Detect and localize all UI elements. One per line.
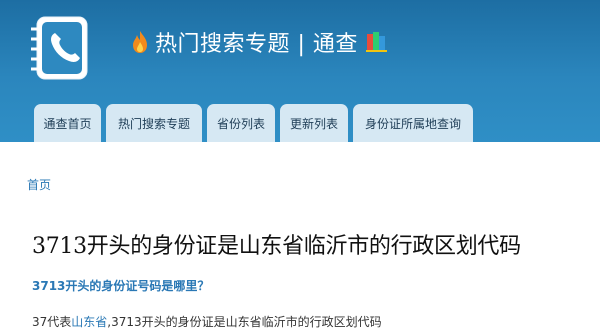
main-nav: 通查首页 热门搜索专题 省份列表 更新列表 身份证所属地查询 <box>34 104 473 142</box>
nav-tab-id-lookup[interactable]: 身份证所属地查询 <box>353 104 473 142</box>
body-suffix: ,3713开头的身份证是山东省临沂市的行政区划代码 <box>107 315 382 329</box>
nav-tab-home[interactable]: 通查首页 <box>34 104 101 142</box>
article-body: 37代表山东省,3713开头的身份证是山东省临沂市的行政区划代码 <box>32 313 382 330</box>
nav-tab-hot-topics[interactable]: 热门搜索专题 <box>106 104 202 142</box>
page-title: 3713开头的身份证是山东省临沂市的行政区划代码 <box>32 234 521 259</box>
site-title: 热门搜索专题 | 通查 <box>131 26 388 58</box>
flame-icon <box>133 31 147 53</box>
phone-book-icon[interactable] <box>27 15 92 83</box>
body-prefix: 37代表 <box>32 315 72 329</box>
breadcrumb-home-link[interactable]: 首页 <box>27 176 51 193</box>
question-heading: 3713开头的身份证号码是哪里？ <box>32 279 210 293</box>
site-title-text: 热门搜索专题 | 通查 <box>155 32 358 57</box>
nav-tab-provinces[interactable]: 省份列表 <box>207 104 275 142</box>
books-icon <box>365 32 387 52</box>
nav-tab-updates[interactable]: 更新列表 <box>280 104 348 142</box>
province-link[interactable]: 山东省 <box>71 315 107 329</box>
site-header: 热门搜索专题 | 通查 通查首页 热门搜索专题 省份列表 更新列表 身份证所属地… <box>0 0 600 142</box>
